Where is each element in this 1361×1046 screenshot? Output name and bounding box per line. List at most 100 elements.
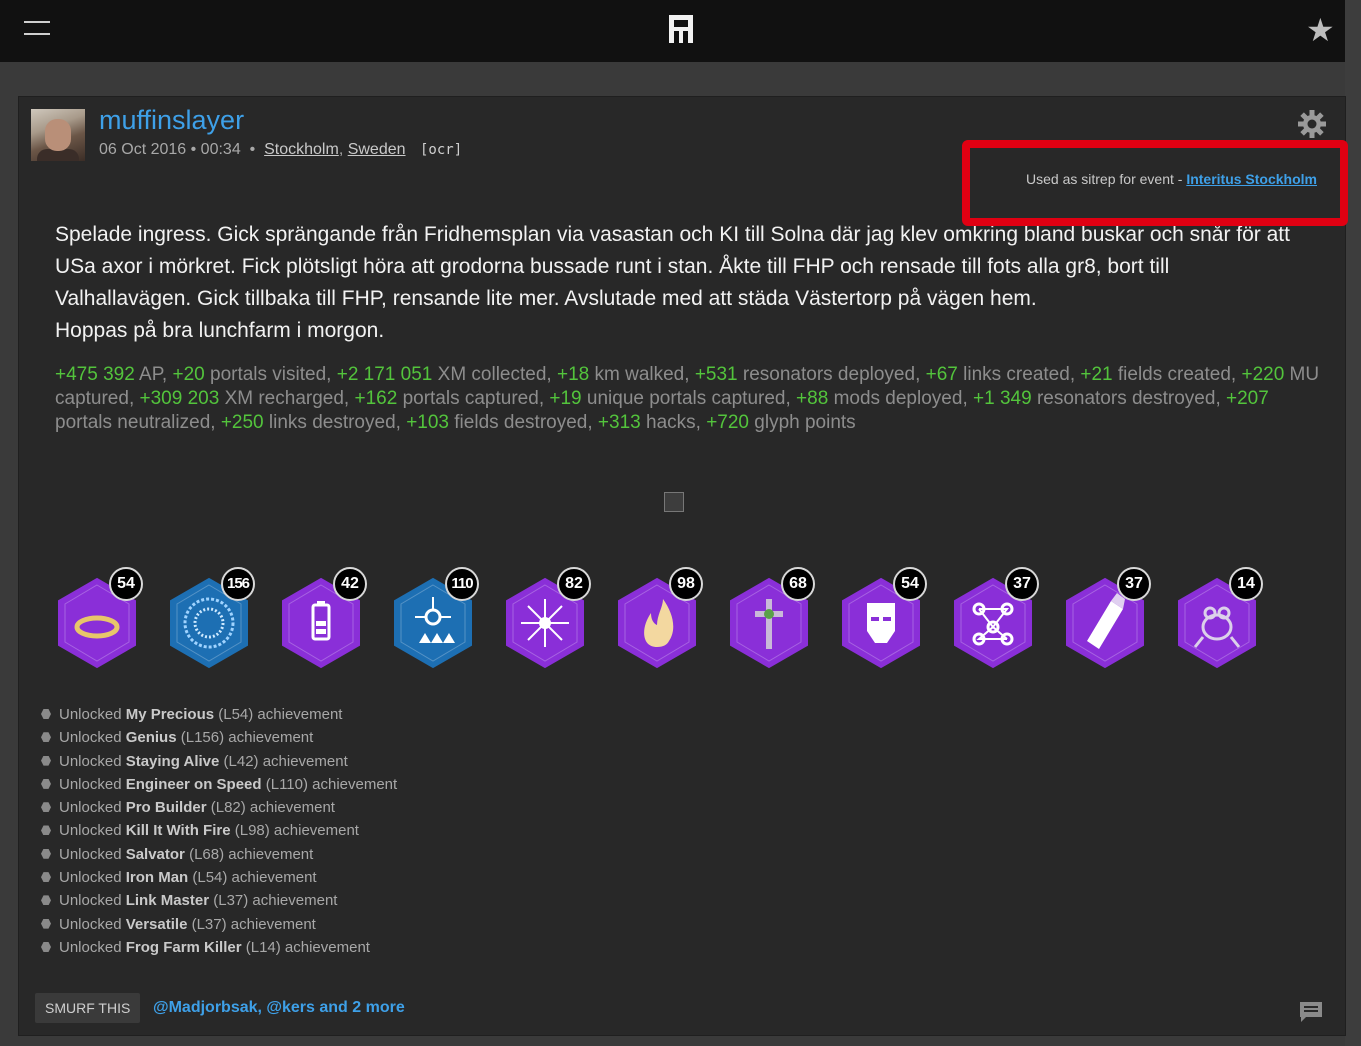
stat-value: +88 [796,388,829,409]
achievement-text: (L110) achievement [261,775,398,793]
achievement-text: (L54) achievement [214,706,343,723]
achievement-text: Unlocked [59,799,126,817]
achievement-item: Unlocked Iron Man (L54) achievement [41,866,397,889]
achievement-text: Unlocked [59,892,126,910]
smurfers-more-link[interactable]: and 2 more [315,999,404,1016]
achievement-list: Unlocked My Precious (L54) achievement Un… [41,703,397,959]
stat-value: +162 [354,388,398,409]
achievement-item: Unlocked Engineer on Speed (L110) achiev… [41,773,397,796]
achievement-badge[interactable]: 42 [281,567,367,673]
stat-label: resonators deployed [742,364,916,385]
badge-level: 54 [109,567,143,601]
stat-label: AP [139,364,162,385]
achievement-badge[interactable]: 54 [57,567,143,673]
city-link[interactable]: Stockholm [264,141,339,158]
badge-level: 37 [1005,567,1039,601]
stat-label: XM collected [437,364,547,385]
post-line: Valhallavägen. Gick tillbaka till FHP, r… [55,287,1037,310]
stat-value: +313 [597,412,641,433]
smurf-this-button[interactable]: SMURF THIS [35,993,141,1023]
stat-value: +103 [406,412,449,433]
achievement-name: Genius [125,729,177,747]
stat-label: mods deployed [833,388,963,409]
badge-level: 42 [333,567,367,601]
achievement-item: Unlocked Pro Builder (L82) achievement [41,796,397,819]
star-icon[interactable]: ★ [1306,14,1335,46]
badge-level: 37 [1117,567,1151,601]
achievement-name: Kill It With Fire [125,822,231,840]
sitrep-prefix: Used as sitrep for event - [1026,171,1187,187]
achievement-text: (L68) achievement [184,845,314,863]
achievement-badge[interactable]: 54 [841,567,927,673]
achievement-item: Unlocked My Precious (L54) achievement [41,703,397,726]
achievement-badge[interactable]: 14 [1177,567,1263,673]
achievement-name: Pro Builder [125,799,207,817]
achievement-text: (L37) achievement [187,915,316,933]
achievement-text: Unlocked [59,915,126,933]
post-line: USa axor i mörkret. Fick plötsligt höra … [55,255,1170,278]
post-card: muffinslayer 06 Oct 2016 • 00:34 • Stock… [18,96,1346,1036]
stat-label: portals captured [402,388,539,409]
achievement-item: Unlocked Link Master (L37) achievement [41,889,397,912]
achievement-text: Unlocked [59,729,126,747]
gear-icon[interactable] [1297,109,1327,139]
achievement-item: Unlocked Frog Farm Killer (L14) achievem… [41,936,397,959]
achievement-badge[interactable]: 37 [1065,567,1151,673]
stat-label: glyph points [754,412,856,433]
country-link[interactable]: Sweden [348,141,406,158]
smurfer-link[interactable]: @kers [266,999,315,1016]
avatar[interactable] [31,109,85,161]
sitrep-notice: Used as sitrep for event - Interitus Sto… [979,141,1331,189]
badge-row: 54 156 42 110 82 98 68 54 37 37 14 [57,567,1297,677]
achievement-item: Unlocked Staying Alive (L42) achievement [41,750,397,773]
stat-label: links destroyed [268,412,396,433]
ocr-tag: [ocr] [419,142,463,158]
achievement-text: Unlocked [59,822,126,840]
stat-label: XM recharged [224,388,344,409]
achievement-item: Unlocked Kill It With Fire (L98) achieve… [41,819,397,842]
achievement-text: (L98) achievement [230,822,359,840]
achievement-item: Unlocked Salvator (L68) achievement [41,843,397,866]
post-date: 06 Oct 2016 [99,141,187,158]
stat-value: +720 [706,412,749,433]
achievement-badge[interactable]: 82 [505,567,591,673]
badge-level: 54 [893,567,927,601]
username-link[interactable]: muffinslayer [99,105,244,136]
smurfer-link[interactable]: @Madjorbsak [153,999,258,1016]
achievement-text: Unlocked [59,775,126,793]
badge-level: 82 [557,567,591,601]
badge-level: 156 [221,567,255,601]
stat-value: +207 [1226,388,1269,409]
stat-value: +1 349 [973,388,1032,409]
achievement-badge[interactable]: 110 [393,567,479,673]
achievement-badge[interactable]: 68 [729,567,815,673]
stat-value: +250 [220,412,264,433]
achievement-text: (L54) achievement [188,869,317,887]
achievement-badge[interactable]: 156 [169,567,255,673]
achievement-text: Unlocked [59,706,126,723]
achievement-badge[interactable]: 98 [617,567,703,673]
stat-label: portals visited [210,364,327,385]
hamburger-icon[interactable] [24,21,50,37]
achievement-badge[interactable]: 37 [953,567,1039,673]
post-time: 00:34 [200,141,241,158]
ris-logo-icon[interactable] [667,13,695,45]
badge-level: 68 [781,567,815,601]
sitrep-event-link[interactable]: Interitus Stockholm [1186,171,1317,187]
comment-icon[interactable] [1299,1001,1323,1023]
broken-image-icon [664,492,684,512]
post-body: Spelade ingress. Gick sprängande från Fr… [55,219,1315,347]
badge-level: 98 [669,567,703,601]
achievement-name: Engineer on Speed [125,775,262,793]
stat-label: fields created [1117,364,1231,385]
stat-value: +309 203 [139,388,220,409]
achievement-text: (L42) achievement [219,752,348,770]
stat-label: km walked [594,364,685,385]
achievement-item: Unlocked Genius (L156) achievement [41,726,397,749]
stat-value: +67 [925,364,958,385]
stat-value: +18 [556,364,590,385]
scrollbar[interactable] [1345,0,1361,1046]
stat-value: +531 [694,364,738,385]
stats-summary: +475 392 AP, +20 portals visited, +2 171… [55,364,1320,433]
stat-label: portals neutralized [55,412,211,433]
